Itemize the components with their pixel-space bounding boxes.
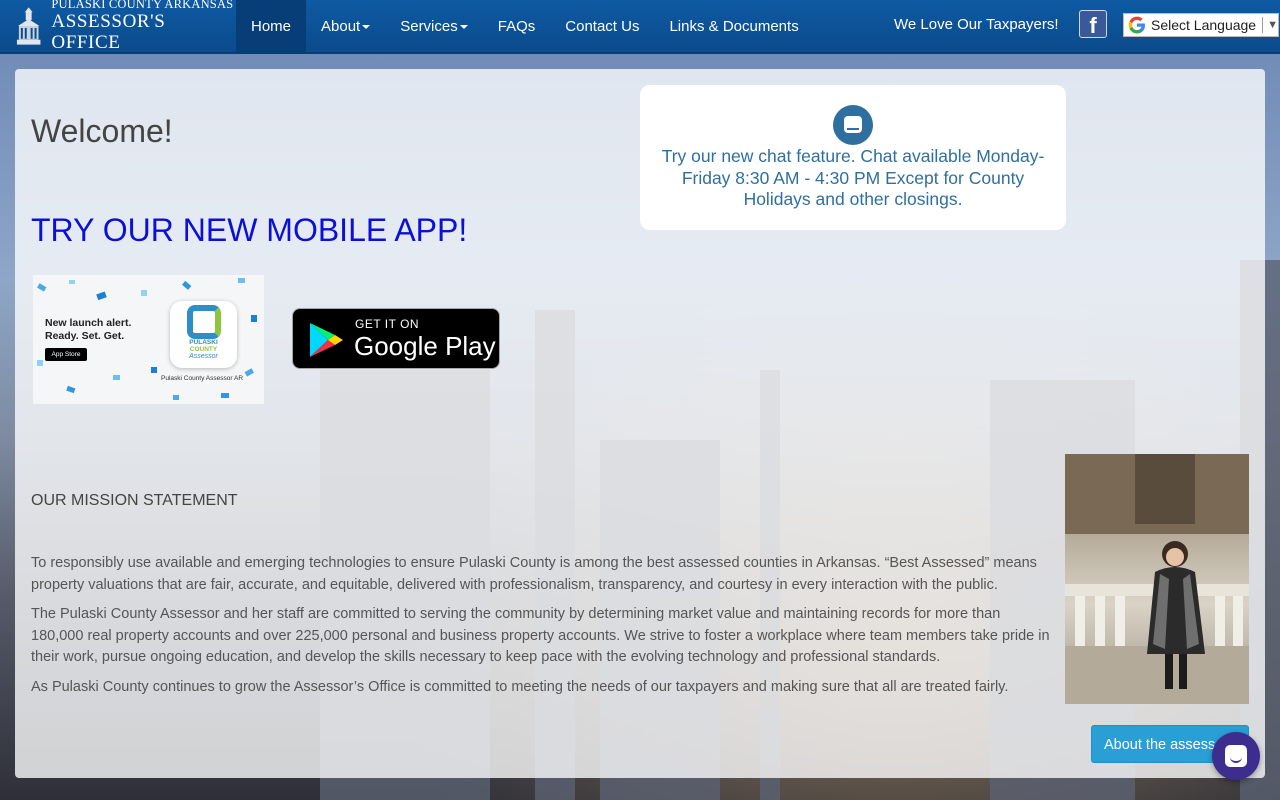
tagline: We Love Our Taxpayers! [894,16,1059,33]
app-store-promo-image[interactable]: New launch alert. Ready. Set. Get. App S… [33,275,264,404]
mission-paragraph-2: The Pulaski County Assessor and her staf… [31,606,1050,665]
caret-down-icon [362,25,371,29]
nav-contact-label: Contact Us [565,17,640,35]
google-play-small-text: GET IT ON [355,317,420,331]
separator [1262,17,1264,33]
app-logo-text-2: COUNTY [189,346,218,353]
nav-about[interactable]: About [306,0,385,53]
app-name: Pulaski County Assessor AR [161,375,244,382]
chat-feature-text: Try our new chat feature. Chat available… [661,146,1045,209]
app-logo-text-3: Assessor [189,353,218,360]
chat-launcher-icon [1225,745,1247,767]
chat-bubble-icon-line [847,128,859,130]
chat-feature-box: Try our new chat feature. Chat available… [640,85,1066,230]
google-play-icon [310,323,343,357]
language-select-label: Select Language [1151,17,1257,33]
site-logo[interactable]: PULASKI COUNTY ARKANSAS ASSESSOR'S OFFIC… [0,0,236,53]
google-play-badge[interactable]: GET IT ON Google Play [292,308,500,369]
nav-contact-us[interactable]: Contact Us [550,0,654,53]
app-logo-mark [186,305,221,339]
promo-line2: Ready. Set. Get. [45,330,125,342]
brand-line2: ASSESSOR'S OFFICE [51,10,166,53]
app-logo-text-1: PULASKI [189,339,218,346]
nav-links-documents[interactable]: Links & Documents [654,0,813,53]
nav-services-label: Services [400,17,458,35]
nav-faqs-label: FAQs [497,17,536,35]
caret-down-icon [459,25,468,29]
nav-services[interactable]: Services [385,0,483,53]
promo-line1: New launch alert. [45,317,132,329]
chat-bubble-icon[interactable] [833,105,873,145]
mobile-app-heading: TRY OUR NEW MOBILE APP! [31,212,468,248]
main-content-panel: Welcome! TRY OUR NEW MOBILE APP! New lau… [15,69,1265,778]
app-store-badge: App Store [45,348,87,361]
nav-home-label: Home [251,17,292,35]
google-play-big-text: Google Play [354,331,496,361]
nav-faqs[interactable]: FAQs [483,0,551,53]
welcome-heading: Welcome! [31,113,173,149]
main-nav: Home About Services FAQs Contact Us Link… [236,0,814,53]
mission-statement: To responsibly use available and emergin… [31,553,1051,706]
nav-links-label: Links & Documents [669,17,799,35]
dropdown-arrow-icon: ▼ [1267,19,1278,31]
nav-about-label: About [321,17,361,35]
nav-home[interactable]: Home [236,0,307,53]
chat-launcher-button[interactable] [1212,732,1260,780]
google-g-icon [1128,16,1145,34]
mission-paragraph-1: To responsibly use available and emergin… [31,555,1037,593]
assessor-photo-illustration [1065,454,1249,704]
app-store-badge-label: App Store [51,351,81,358]
app-logo: PULASKI COUNTY Assessor [170,301,237,368]
mission-title: OUR MISSION STATEMENT [31,492,238,509]
top-navbar: PULASKI COUNTY ARKANSAS ASSESSOR'S OFFIC… [0,0,1280,54]
assessor-photo [1065,454,1249,704]
language-select[interactable]: Select Language ▼ [1123,13,1279,37]
chat-bubble-icon-inner [844,116,862,133]
courthouse-icon [16,7,41,45]
facebook-icon[interactable]: f [1079,10,1107,38]
mission-paragraph-3: As Pulaski County continues to grow the … [31,678,1009,695]
